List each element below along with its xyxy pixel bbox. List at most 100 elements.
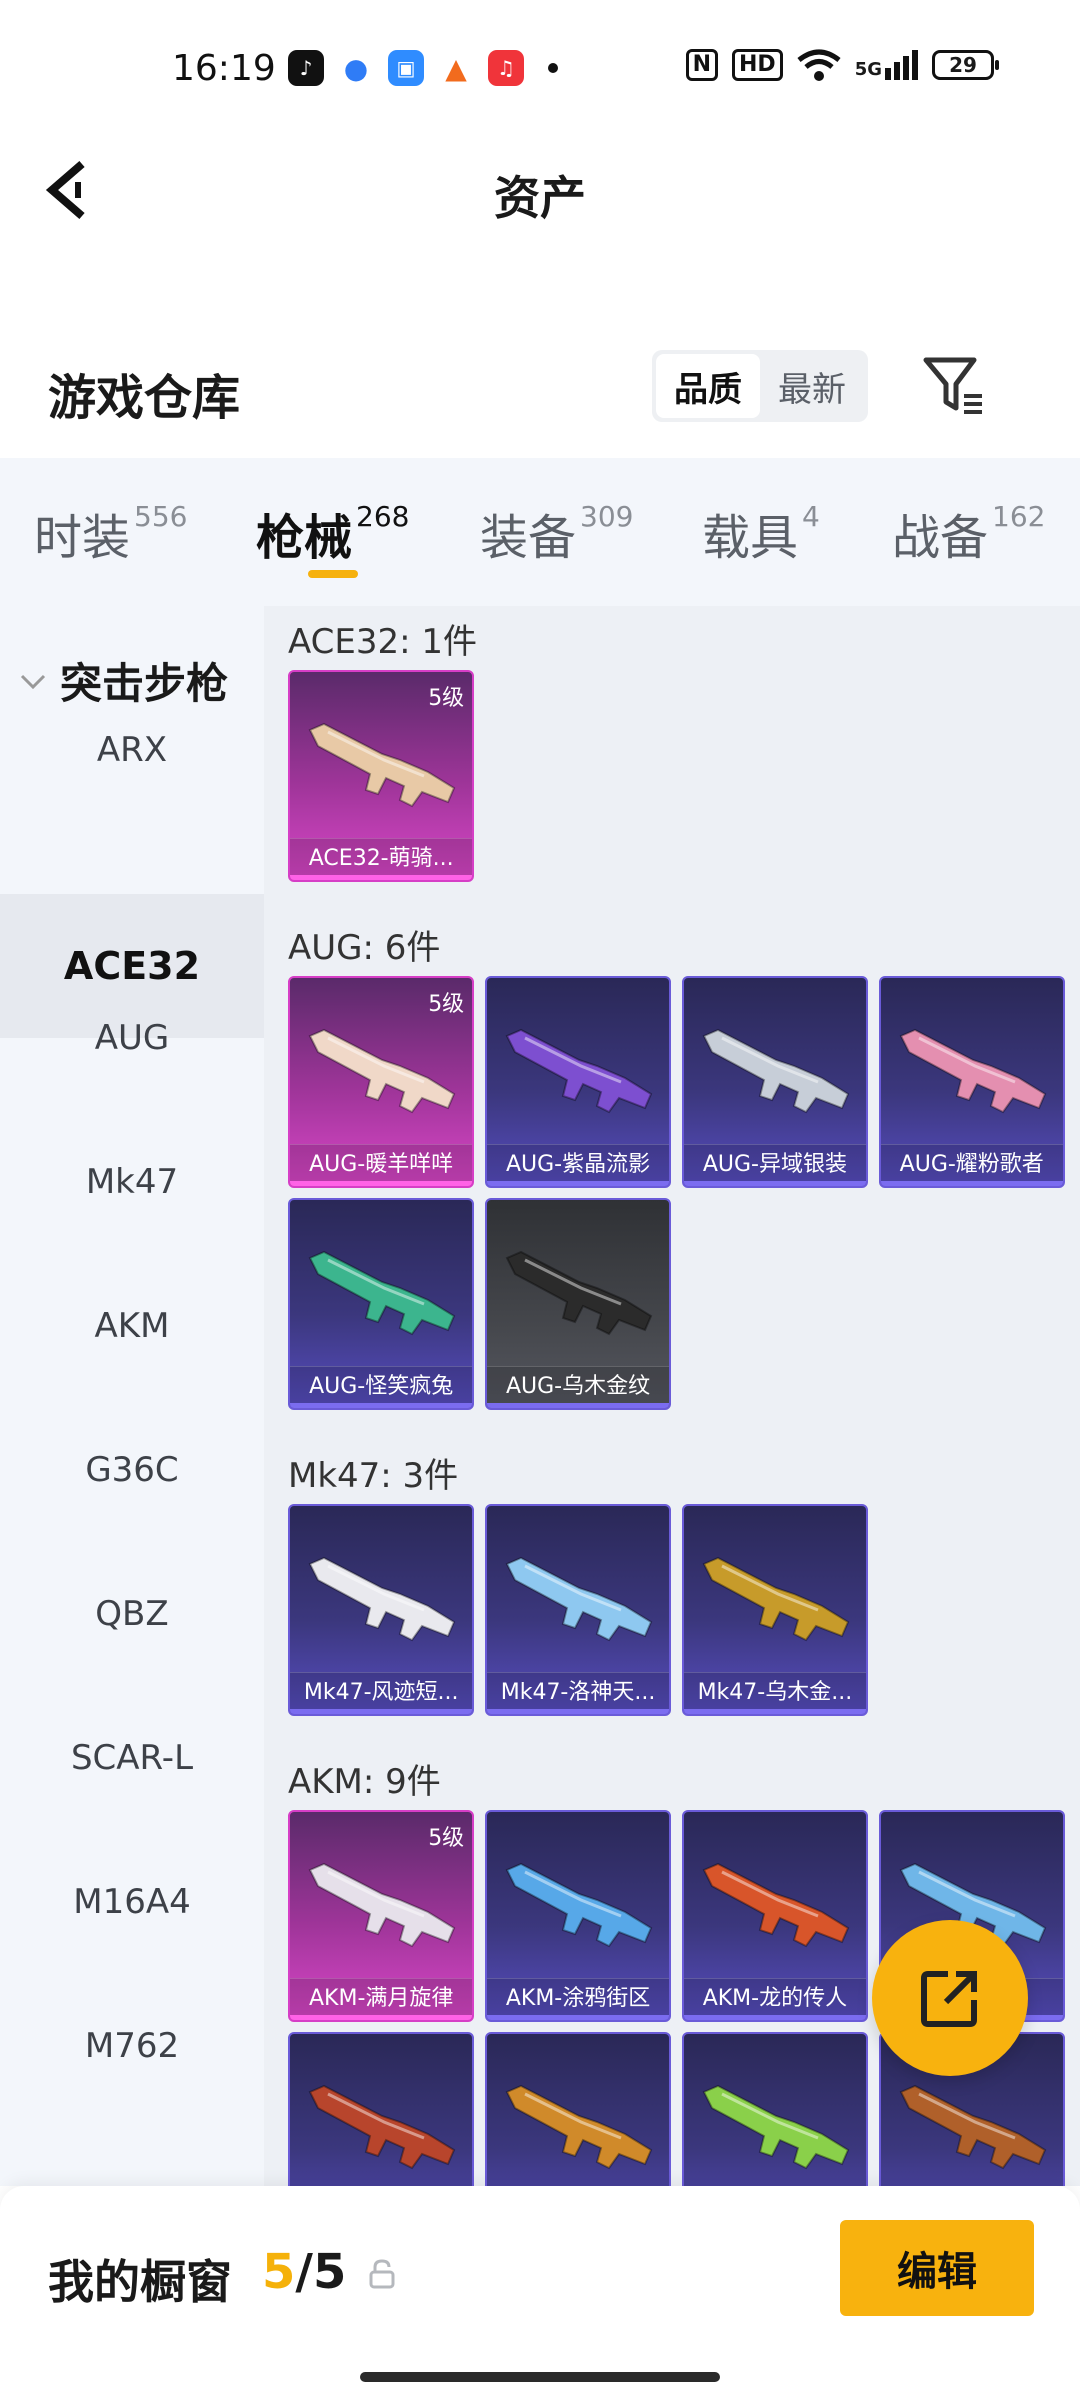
cell-signal-icon: 5G — [855, 50, 918, 80]
sidebar-item-g36c[interactable]: G36C — [0, 1398, 264, 1542]
rarity-bar — [290, 1403, 473, 1408]
skin-card[interactable]: AUG-紫晶流影 — [485, 976, 672, 1188]
music-app-icon: ♫ — [488, 50, 524, 86]
skin-name: AUG-异域银装 — [683, 1144, 866, 1186]
skin-name: Mk47-洛神天... — [487, 1672, 670, 1714]
level-badge: 5级 — [428, 1826, 465, 1851]
wifi-icon — [797, 49, 841, 81]
rifle-icon — [899, 2084, 1047, 2170]
sidebar-item-arx[interactable]: ARX — [0, 678, 264, 822]
edit-button[interactable]: 编辑 — [840, 2220, 1034, 2316]
system-icons: N HD 5G 29 — [685, 48, 999, 82]
skin-card[interactable] — [288, 2032, 475, 2186]
tab-label: 枪械 — [256, 510, 353, 566]
skin-card[interactable]: Mk47-乌木金... — [681, 1504, 868, 1716]
rifle-icon — [505, 1862, 653, 1948]
sidebar-item-qbz[interactable]: QBZ — [0, 1542, 264, 1686]
skin-card[interactable]: Mk47-洛神天... — [485, 1504, 672, 1716]
sort-quality-button[interactable]: 品质 — [656, 354, 760, 418]
skin-name: ACE32-萌骑... — [290, 838, 473, 880]
more-dot-icon — [548, 63, 558, 73]
rifle-icon — [308, 1250, 456, 1336]
clock: 16:19 — [172, 48, 276, 89]
showcase-total: /5 — [295, 2244, 347, 2300]
tab-label: 战备 — [892, 510, 989, 566]
rarity-bar — [880, 1181, 1063, 1186]
skin-name: Mk47-风迹短... — [290, 1672, 473, 1714]
skin-card[interactable]: Mk47-风迹短... — [288, 1504, 475, 1716]
skin-card[interactable]: AKM-龙的传人 — [681, 1810, 868, 2022]
rifle-icon — [505, 1556, 653, 1642]
home-indicator — [360, 2372, 720, 2382]
rarity-bar — [290, 875, 473, 880]
sidebar-item-mk47[interactable]: Mk47 — [0, 1110, 264, 1254]
nfc-icon: N — [685, 49, 718, 81]
section-title: 游戏仓库 — [48, 370, 241, 426]
rifle-icon — [308, 2084, 456, 2170]
rifle-icon — [899, 1028, 1047, 1114]
rarity-bar — [487, 1709, 670, 1714]
sidebar-item-scar-l[interactable]: SCAR-L — [0, 1686, 264, 1830]
sidebar-item-aug[interactable]: AUG — [0, 966, 264, 1110]
skin-name: AKM-满月旋律 — [290, 1978, 473, 2020]
sidebar-item-m16a4[interactable]: M16A4 — [0, 1830, 264, 1974]
skin-card[interactable]: 5级 AKM-满月旋律 — [288, 1810, 475, 2022]
sidebar-item-akm[interactable]: AKM — [0, 1254, 264, 1398]
skin-name: AUG-耀粉歌者 — [880, 1144, 1063, 1186]
skin-card[interactable]: 5级 ACE32-萌骑... — [288, 670, 475, 882]
sidebar-item-m762[interactable]: M762 — [0, 1974, 264, 2118]
skin-card[interactable]: AUG-乌木金纹 — [485, 1198, 672, 1410]
tiktok-icon: ♪ — [288, 50, 324, 86]
weapon-sidebar: 突击步枪 ARX ACE32 AUG Mk47 AKM G36C QBZ SCA… — [0, 606, 264, 2186]
battery-icon: 29 — [932, 50, 999, 80]
skin-card[interactable]: AUG-怪笑疯兔 — [288, 1198, 475, 1410]
tab-count: 162 — [992, 500, 1046, 533]
tab-vehicles[interactable]: 载具 4 — [702, 498, 820, 568]
warehouse-header: 游戏仓库 品质 最新 — [0, 330, 1080, 450]
tab-fashion[interactable]: 时装 556 — [34, 498, 187, 568]
rifle-icon — [308, 1556, 456, 1642]
tab-firearms[interactable]: 枪械 268 — [256, 498, 409, 568]
showcase-count: 5/5 — [262, 2244, 346, 2300]
tab-count: 4 — [802, 500, 820, 533]
rarity-bar — [487, 1181, 670, 1186]
tab-count: 268 — [356, 500, 410, 533]
tab-label: 装备 — [480, 510, 577, 566]
sort-newest-button[interactable]: 最新 — [760, 354, 864, 418]
skin-name: AUG-暖羊咩咩 — [290, 1144, 473, 1186]
filter-icon[interactable] — [920, 352, 986, 418]
rarity-bar — [487, 1403, 670, 1408]
rifle-icon — [505, 2084, 653, 2170]
tab-count: 556 — [134, 500, 188, 533]
rarity-bar — [487, 2015, 670, 2020]
skin-card[interactable]: AUG-异域银装 — [681, 976, 868, 1188]
group-title: AKM: 9件 — [288, 1762, 441, 1802]
rarity-bar — [683, 1709, 866, 1714]
rifle-icon — [702, 1556, 850, 1642]
rarity-bar — [290, 1181, 473, 1186]
status-bar: 16:19 ♪ ● ▣ ▲ ♫ N HD 5G 29 — [0, 0, 1080, 140]
skin-card[interactable]: AUG-耀粉歌者 — [878, 976, 1065, 1188]
active-tab-indicator — [308, 570, 358, 578]
skin-card[interactable]: 5级 AUG-暖羊咩咩 — [288, 976, 475, 1188]
skin-name: AUG-乌木金纹 — [487, 1366, 670, 1408]
game-app-icon: ▲ — [438, 50, 474, 86]
tab-supplies[interactable]: 战备 162 — [892, 498, 1045, 568]
level-badge: 5级 — [428, 992, 465, 1017]
level-badge: 5级 — [428, 686, 465, 711]
skin-card[interactable] — [485, 2032, 672, 2186]
rifle-icon — [702, 2084, 850, 2170]
skin-name: AKM-龙的传人 — [683, 1978, 866, 2020]
share-fab[interactable] — [872, 1920, 1028, 2076]
skin-card[interactable] — [681, 2032, 868, 2186]
tab-label: 载具 — [702, 510, 799, 566]
rarity-bar — [683, 1181, 866, 1186]
page-title: 资产 — [494, 171, 586, 225]
skin-card[interactable]: AKM-涂鸦街区 — [485, 1810, 672, 2022]
tab-equipment[interactable]: 装备 309 — [480, 498, 633, 568]
rifle-icon — [702, 1028, 850, 1114]
calendar-app-icon: ▣ — [388, 50, 424, 86]
group-title: ACE32: 1件 — [288, 622, 478, 662]
hd-icon: HD — [732, 49, 783, 81]
rifle-icon — [308, 1862, 456, 1948]
